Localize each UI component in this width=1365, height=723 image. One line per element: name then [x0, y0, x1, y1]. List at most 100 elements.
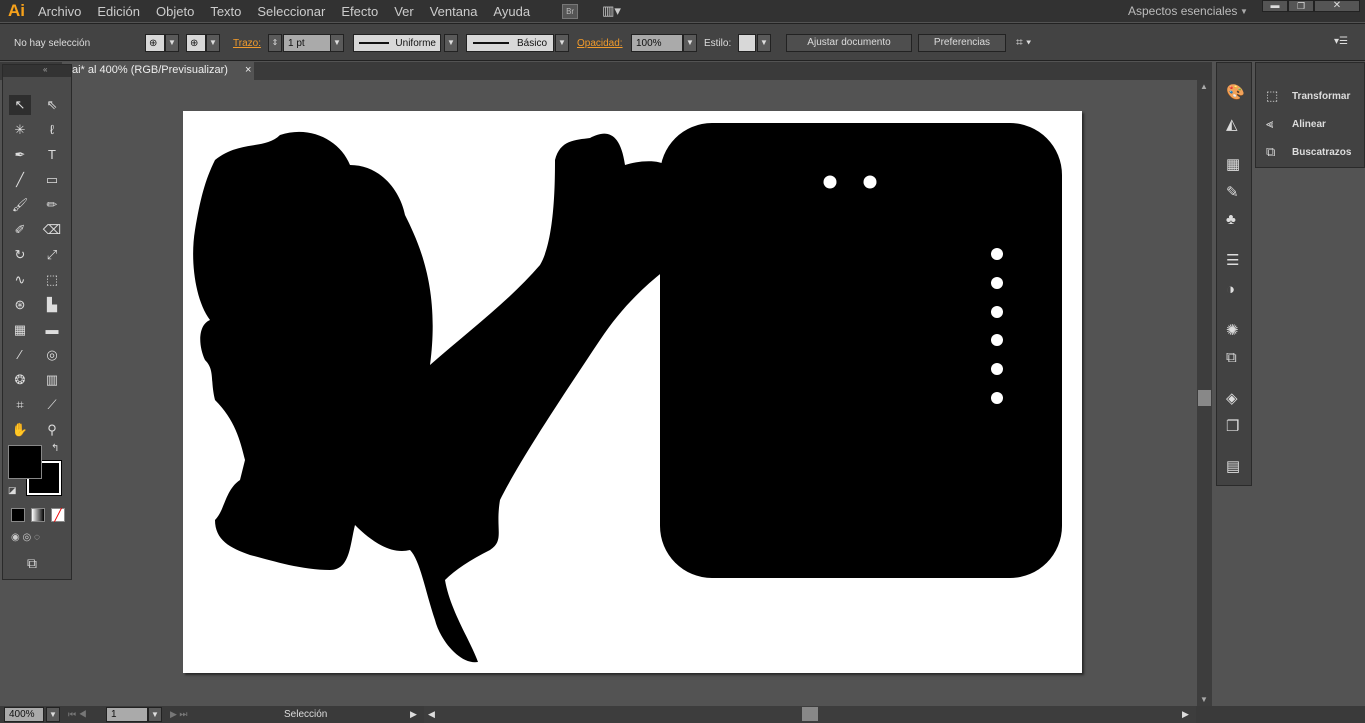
none-mode-icon[interactable]: ╱ [51, 508, 65, 522]
line-tool-icon[interactable]: ╱ [9, 170, 31, 190]
pathfinder-icon[interactable]: ⧉ [1266, 144, 1275, 160]
menu-objeto[interactable]: Objeto [156, 4, 194, 19]
style-dropdown[interactable]: ▼ [757, 34, 771, 52]
selection-tool-icon[interactable]: ↖ [9, 95, 31, 115]
eraser-tool-icon[interactable]: ⌫ [41, 220, 63, 240]
type-tool-icon[interactable]: T [41, 145, 63, 165]
brush-dropdown[interactable]: ▼ [555, 34, 569, 52]
transform-icon[interactable]: ⬚ [1266, 88, 1278, 104]
menu-ventana[interactable]: Ventana [430, 4, 478, 19]
brush-definition[interactable]: Básico [466, 34, 554, 52]
panel-transform[interactable]: Transformar [1292, 91, 1350, 102]
rotate-tool-icon[interactable]: ↻ [9, 245, 31, 265]
close-tab-icon[interactable]: × [245, 64, 251, 76]
opacity-label[interactable]: Opacidad: [577, 38, 623, 49]
swatches-icon[interactable]: ▦ [1226, 155, 1240, 173]
transparency-icon[interactable]: ◑ [1226, 281, 1235, 298]
menu-efecto[interactable]: Efecto [341, 4, 378, 19]
zoom-tool-icon[interactable]: ⚲ [41, 420, 63, 440]
free-transform-tool-icon[interactable]: ⬚ [41, 270, 63, 290]
next-page-icon[interactable]: ▶ ⏭ [170, 709, 188, 720]
scroll-right-icon[interactable]: ▶ [1182, 709, 1189, 720]
current-tool-status[interactable]: Selección [284, 709, 327, 720]
workspace-dropdown-icon[interactable]: ▼ [1240, 7, 1248, 16]
bridge-button[interactable]: Br [562, 3, 579, 19]
close-button[interactable]: ✕ [1314, 0, 1360, 12]
default-colors-icon[interactable]: ◪ [8, 485, 17, 496]
panel-menu-icon[interactable]: ▾☰ [1334, 36, 1348, 47]
profile-dropdown[interactable]: ▼ [444, 34, 458, 52]
fill-dropdown[interactable]: ▼ [165, 34, 179, 52]
brushes-icon[interactable]: ✎ [1226, 183, 1239, 201]
perspective-grid-tool-icon[interactable]: ▙ [41, 295, 63, 315]
scale-tool-icon[interactable]: ⤢ [41, 245, 63, 265]
gradient-mode-icon[interactable] [31, 508, 45, 522]
page-input[interactable]: 1 [106, 707, 148, 722]
blob-brush-tool-icon[interactable]: ✐ [9, 220, 31, 240]
direct-selection-tool-icon[interactable]: ⇖ [41, 95, 63, 115]
opacity-dropdown[interactable]: ▼ [683, 34, 697, 52]
graphic-styles-icon[interactable]: ⧉ [1226, 349, 1237, 366]
first-page-icon[interactable]: ⏮ ◀ [68, 709, 87, 720]
fit-document-button[interactable]: Ajustar documento [786, 34, 912, 52]
hand-tool-icon[interactable]: ✋ [9, 420, 31, 440]
panel-align[interactable]: Alinear [1292, 119, 1326, 130]
paintbrush-tool-icon[interactable]: 🖌 [9, 195, 31, 215]
toolbox-header[interactable]: « [3, 65, 71, 77]
stroke-color-swatch[interactable]: ⊕ [186, 34, 206, 52]
color-mode-icon[interactable] [11, 508, 25, 522]
color-panel-icon[interactable]: 🎨 [1226, 83, 1245, 101]
menu-ver[interactable]: Ver [394, 4, 414, 19]
menu-ayuda[interactable]: Ayuda [493, 4, 530, 19]
symbols-icon[interactable]: ♣ [1226, 211, 1236, 228]
stroke-label[interactable]: Trazo: [233, 38, 261, 49]
zoom-input[interactable]: 400% [4, 707, 44, 722]
warp-tool-icon[interactable]: ∿ [9, 270, 31, 290]
artboard[interactable] [183, 111, 1082, 673]
blend-tool-icon[interactable]: ◎ [41, 345, 63, 365]
artboards-icon[interactable]: ❐ [1226, 417, 1239, 435]
workspace-switcher[interactable]: Aspectos esenciales [1128, 4, 1237, 18]
menu-texto[interactable]: Texto [210, 4, 241, 19]
restore-button[interactable]: ❐ [1288, 0, 1314, 12]
scroll-up-icon[interactable]: ▲ [1200, 82, 1208, 91]
pencil-tool-icon[interactable]: ✏ [41, 195, 63, 215]
fill-color-box[interactable] [8, 445, 42, 479]
style-swatch[interactable] [738, 34, 756, 52]
graph-tool-icon[interactable]: ▥ [41, 370, 63, 390]
gradient-panel-icon[interactable]: ▤ [1226, 457, 1240, 475]
symbol-sprayer-tool-icon[interactable]: ❂ [9, 370, 31, 390]
slice-tool-icon[interactable]: ⟋ [41, 395, 63, 415]
preferences-button[interactable]: Preferencias [918, 34, 1006, 52]
scroll-left-icon[interactable]: ◀ [428, 709, 435, 720]
menu-edicion[interactable]: Edición [97, 4, 140, 19]
stroke-weight-stepper[interactable]: ⇕ [268, 34, 282, 52]
stroke-weight-input[interactable]: 1 pt [283, 34, 331, 52]
scroll-thumb[interactable] [1198, 390, 1211, 406]
vertical-scrollbar[interactable]: ▲ ▼ [1197, 80, 1212, 706]
draw-mode-icons[interactable]: ◉ ◎ ◌ [11, 532, 40, 543]
horizontal-scrollbar[interactable]: ◀ ▶ [424, 706, 1196, 723]
minimize-button[interactable]: ▬ [1262, 0, 1288, 12]
arrange-documents-icon[interactable]: ▥▾ [602, 3, 621, 19]
pen-tool-icon[interactable]: ✒ [9, 145, 31, 165]
stroke-panel-icon[interactable]: ☰ [1226, 251, 1239, 269]
status-menu-icon[interactable]: ▶ [410, 709, 417, 720]
mesh-tool-icon[interactable]: ▦ [9, 320, 31, 340]
fill-color-swatch[interactable]: ⊕ [145, 34, 165, 52]
document-tab[interactable]: ai* al 400% (RGB/Previsualizar) × [62, 62, 254, 80]
stroke-dropdown[interactable]: ▼ [206, 34, 220, 52]
page-dropdown[interactable]: ▼ [148, 707, 162, 722]
swap-colors-icon[interactable]: ↰ [51, 443, 59, 454]
align-icon[interactable]: ⫷ [1266, 116, 1273, 132]
rectangle-tool-icon[interactable]: ▭ [41, 170, 63, 190]
stroke-weight-dropdown[interactable]: ▼ [330, 34, 344, 52]
zoom-dropdown[interactable]: ▼ [46, 707, 60, 722]
magic-wand-tool-icon[interactable]: ✳ [9, 120, 31, 140]
panel-pathfinder[interactable]: Buscatrazos [1292, 147, 1351, 158]
variable-width-profile[interactable]: Uniforme [353, 34, 441, 52]
screen-mode-icon[interactable]: ⧉ [27, 555, 37, 572]
menu-seleccionar[interactable]: Seleccionar [257, 4, 325, 19]
scroll-down-icon[interactable]: ▼ [1200, 695, 1208, 704]
eyedropper-tool-icon[interactable]: ⁄ [9, 345, 31, 365]
